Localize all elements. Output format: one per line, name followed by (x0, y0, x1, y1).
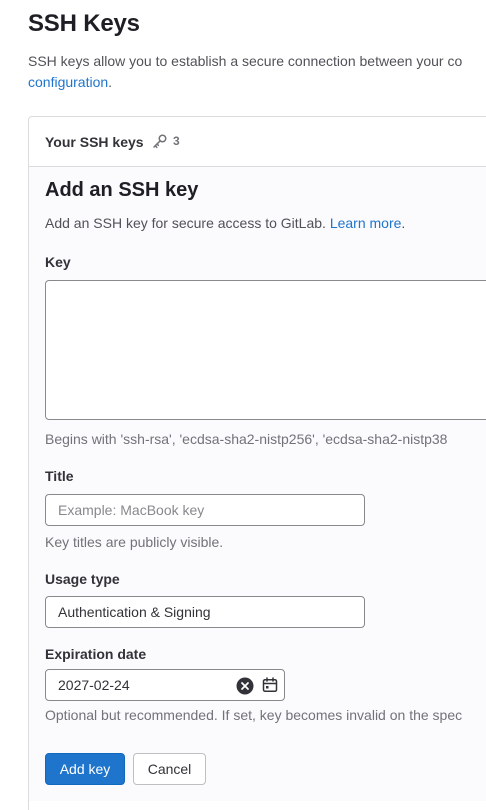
key-label: Key (45, 254, 71, 270)
expiration-date-label: Expiration date (45, 646, 147, 662)
intro-text: SSH keys allow you to establish a secure… (28, 53, 463, 69)
usage-type-select[interactable]: Authentication & Signing (45, 596, 365, 628)
intro-link-line: configuration. (28, 72, 486, 93)
title-help-text: Key titles are publicly visible. (45, 534, 224, 550)
intro-end: . (108, 74, 113, 90)
ssh-keys-card: Your SSH keys 3 Add an SSH key Add an SS… (28, 116, 486, 810)
key-textarea[interactable] (45, 280, 486, 420)
form-description-text: Add an SSH key for secure access to GitL… (45, 215, 330, 231)
form-description: Add an SSH key for secure access to GitL… (45, 215, 405, 231)
learn-more-link[interactable]: Learn more (330, 215, 402, 231)
title-label: Title (45, 468, 74, 484)
key-icon (153, 134, 167, 149)
form-title: Add an SSH key (45, 179, 199, 201)
page-description: SSH keys allow you to establish a secure… (28, 51, 486, 93)
add-key-button[interactable]: Add key (45, 753, 125, 785)
card-header: Your SSH keys 3 (29, 117, 486, 167)
usage-type-value: Authentication & Signing (58, 604, 211, 620)
clear-icon[interactable] (236, 677, 254, 695)
key-count-badge: 3 (152, 133, 180, 149)
key-help-text: Begins with 'ssh-rsa', 'ecdsa-sha2-nistp… (45, 431, 448, 447)
key-count: 3 (173, 134, 180, 148)
page-title: SSH Keys (28, 10, 140, 37)
card-title: Your SSH keys (45, 134, 144, 150)
cancel-button[interactable]: Cancel (133, 753, 206, 785)
ssh-keys-page: SSH Keys SSH keys allow you to establish… (0, 0, 486, 810)
title-input[interactable] (45, 494, 365, 526)
add-ssh-key-form: Add an SSH key Add an SSH key for secure… (29, 167, 486, 801)
form-description-end: . (401, 215, 406, 231)
usage-type-label: Usage type (45, 571, 120, 587)
expiration-help-text: Optional but recommended. If set, key be… (45, 707, 463, 723)
expiration-date-input[interactable]: 2027-02-24 (45, 669, 285, 701)
calendar-icon[interactable] (262, 677, 278, 693)
configuration-link[interactable]: configuration (28, 74, 108, 90)
